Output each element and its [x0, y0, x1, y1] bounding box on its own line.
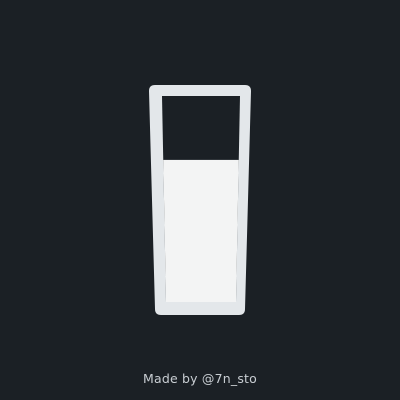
- credit-text: Made by @7n_sto: [142, 371, 258, 386]
- glass-icon: [149, 85, 251, 315]
- canvas: Made by @7n_sto: [0, 0, 400, 400]
